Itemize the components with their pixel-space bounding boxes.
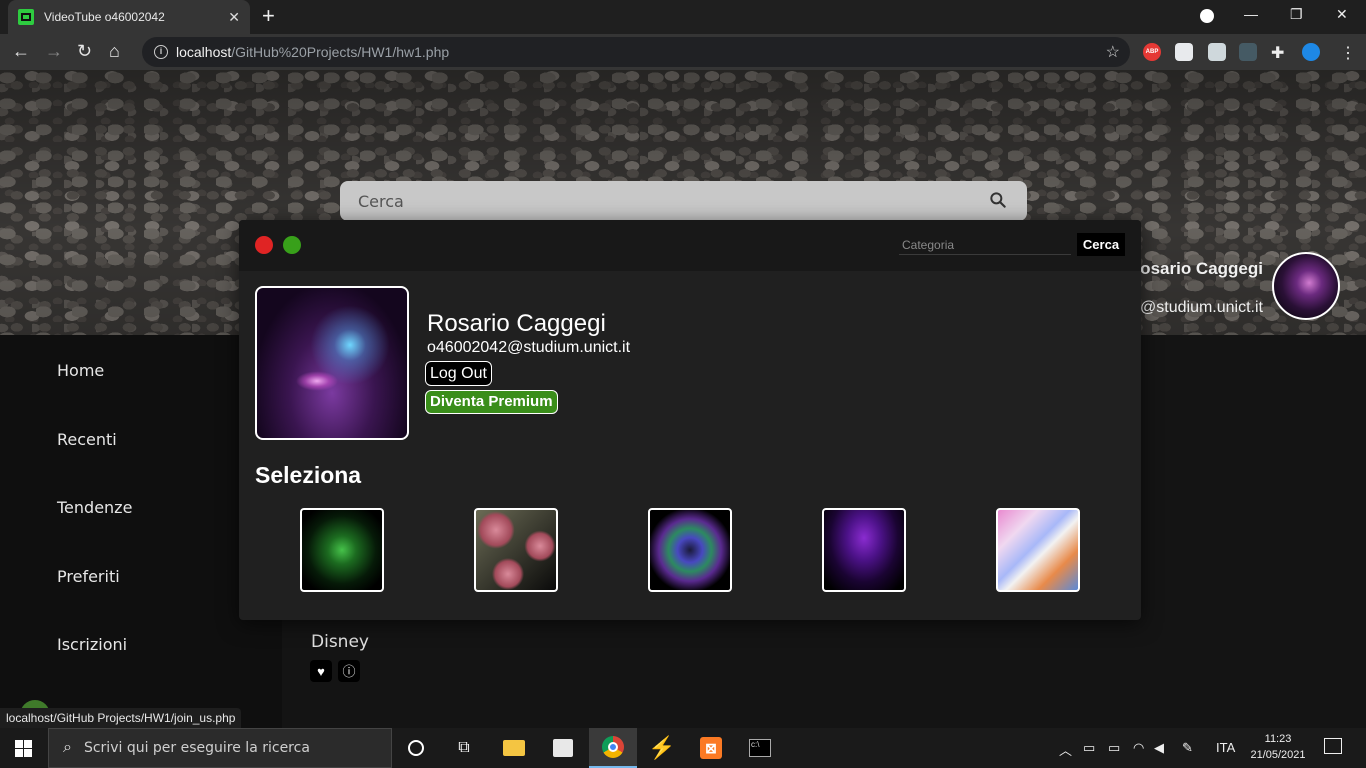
cortana-button[interactable] bbox=[392, 728, 440, 768]
avatar-option-green-cell[interactable] bbox=[300, 508, 384, 592]
tray-chevron-icon[interactable]: ︿ bbox=[1059, 740, 1072, 759]
wifi-icon[interactable]: ◠ bbox=[1133, 740, 1144, 756]
minimize-icon[interactable]: — bbox=[1244, 6, 1258, 22]
info-icon: ⓘ bbox=[342, 663, 356, 679]
adblock-extension-icon[interactable]: ABP bbox=[1143, 43, 1161, 61]
chrome-icon bbox=[602, 736, 624, 758]
content-title: Disney bbox=[311, 632, 369, 652]
logout-button[interactable]: Log Out bbox=[425, 361, 492, 386]
heart-icon: ♥ bbox=[317, 663, 325, 679]
task-view-button[interactable]: ⧉ bbox=[440, 728, 488, 768]
search-input[interactable] bbox=[358, 191, 958, 211]
clock-date: 21/05/2021 bbox=[1250, 749, 1306, 761]
header-avatar[interactable] bbox=[1272, 252, 1340, 320]
xampp-button[interactable]: ⊠ bbox=[687, 728, 735, 768]
profile-avatar-icon[interactable] bbox=[1302, 43, 1320, 61]
tab-search-icon[interactable] bbox=[1200, 9, 1214, 23]
modal-header: Cerca bbox=[239, 220, 1141, 271]
taskbar-search[interactable]: ⌕ Scrivi qui per eseguire la ricerca bbox=[48, 728, 392, 768]
window-close-icon[interactable]: ✕ bbox=[1336, 6, 1348, 23]
header-user-name: Rosario Caggegi bbox=[1127, 259, 1263, 278]
windows-start-icon[interactable] bbox=[15, 740, 32, 757]
extension-icon[interactable] bbox=[1239, 43, 1257, 61]
avatar-option-pink-cells[interactable] bbox=[474, 508, 558, 592]
profile-email: o46002042@studium.unict.it bbox=[427, 339, 631, 356]
search-bar[interactable] bbox=[340, 181, 1027, 221]
url-host: localhost bbox=[176, 44, 232, 60]
extensions-puzzle-icon[interactable]: ✚ bbox=[1271, 43, 1289, 62]
favorite-button[interactable]: ♥ bbox=[310, 660, 332, 682]
home-icon[interactable]: ⌂ bbox=[109, 41, 120, 61]
extension-icon[interactable] bbox=[1175, 43, 1193, 61]
browser-tab[interactable]: VideoTube o46002042 ✕ bbox=[8, 0, 250, 34]
url-path: /GitHub%20Projects/HW1/hw1.php bbox=[231, 44, 450, 60]
avatar-option-pastel-abstract[interactable] bbox=[996, 508, 1080, 592]
cortana-icon bbox=[408, 740, 424, 756]
sidebar-item-home[interactable]: Home bbox=[57, 361, 104, 380]
new-tab-icon[interactable]: + bbox=[262, 5, 275, 27]
xampp-icon: ⊠ bbox=[700, 737, 722, 759]
store-icon bbox=[553, 739, 573, 757]
tray-tablet-icon[interactable]: ▭ bbox=[1083, 740, 1095, 756]
taskbar-search-icon: ⌕ bbox=[63, 739, 72, 756]
folder-icon bbox=[503, 740, 525, 756]
extension-icon[interactable] bbox=[1208, 43, 1226, 61]
notification-center-icon[interactable] bbox=[1324, 738, 1342, 754]
restore-icon[interactable]: ❐ bbox=[1290, 6, 1303, 23]
reload-icon[interactable]: ↻ bbox=[77, 41, 92, 61]
page: Rosario Caggegi o46002042@studium.unict.… bbox=[0, 70, 1366, 728]
sidebar-item-iscrizioni[interactable]: Iscrizioni bbox=[57, 635, 127, 654]
taskbar-clock[interactable]: 11:23 21/05/2021 bbox=[1248, 731, 1308, 763]
modal-green-button[interactable] bbox=[283, 236, 301, 254]
back-icon[interactable]: ← bbox=[12, 41, 30, 61]
tab-close-icon[interactable]: ✕ bbox=[228, 9, 240, 26]
avatar-option-blue-petri[interactable] bbox=[648, 508, 732, 592]
bookmark-star-icon[interactable]: ☆ bbox=[1106, 42, 1120, 62]
sidebar-item-recenti[interactable]: Recenti bbox=[57, 430, 117, 449]
windows-taskbar: ⌕ Scrivi qui per eseguire la ricerca ⧉ ⚡… bbox=[0, 728, 1366, 768]
terminal-icon: c:\ bbox=[749, 739, 771, 757]
modal-close-button[interactable] bbox=[255, 236, 273, 254]
profile-picture bbox=[255, 286, 409, 440]
store-button[interactable] bbox=[539, 728, 587, 768]
profile-name: Rosario Caggegi bbox=[427, 310, 606, 337]
avatar-option-purple-shape[interactable] bbox=[822, 508, 906, 592]
language-indicator[interactable]: ITA bbox=[1216, 740, 1235, 755]
task-view-icon: ⧉ bbox=[458, 739, 470, 756]
taskbar-search-placeholder: Scrivi qui per eseguire la ricerca bbox=[83, 740, 310, 756]
profile-modal: Cerca Rosario Caggegi o46002042@studium.… bbox=[239, 220, 1141, 620]
select-heading: Seleziona bbox=[255, 462, 362, 488]
site-info-icon[interactable]: i bbox=[154, 45, 168, 59]
browser-menu-icon[interactable]: ⋮ bbox=[1340, 43, 1358, 62]
forward-icon[interactable]: → bbox=[45, 41, 63, 61]
sidebar-item-preferiti[interactable]: Preferiti bbox=[57, 567, 120, 586]
tab-title: VideoTube o46002042 bbox=[44, 10, 165, 24]
info-button[interactable]: ⓘ bbox=[338, 660, 360, 682]
browser-tab-bar: VideoTube o46002042 ✕ + — ❐ ✕ bbox=[0, 0, 1366, 34]
tab-favicon-icon bbox=[18, 9, 34, 25]
pen-icon[interactable]: ✎ bbox=[1182, 740, 1193, 756]
category-input[interactable] bbox=[899, 235, 1071, 255]
bolt-icon: ⚡ bbox=[648, 735, 676, 760]
terminal-button[interactable]: c:\ bbox=[736, 728, 784, 768]
clock-time: 11:23 bbox=[1264, 733, 1292, 745]
premium-button[interactable]: Diventa Premium bbox=[425, 390, 558, 414]
category-search-button[interactable]: Cerca bbox=[1077, 233, 1125, 256]
browser-toolbar: ← → ↻ ⌂ i localhost /GitHub%20Projects/H… bbox=[0, 34, 1366, 70]
volume-icon[interactable]: ◀ bbox=[1154, 740, 1164, 756]
bolt-app-button[interactable]: ⚡ bbox=[638, 728, 686, 768]
chrome-button[interactable] bbox=[589, 728, 637, 768]
search-icon[interactable] bbox=[988, 190, 1008, 210]
status-bar-link: localhost/GitHub Projects/HW1/join_us.ph… bbox=[0, 708, 242, 728]
battery-icon[interactable]: ▭ bbox=[1108, 740, 1120, 756]
sidebar-item-tendenze[interactable]: Tendenze bbox=[57, 498, 132, 517]
address-bar[interactable]: i localhost /GitHub%20Projects/HW1/hw1.p… bbox=[142, 37, 1130, 67]
file-explorer-button[interactable] bbox=[490, 728, 538, 768]
